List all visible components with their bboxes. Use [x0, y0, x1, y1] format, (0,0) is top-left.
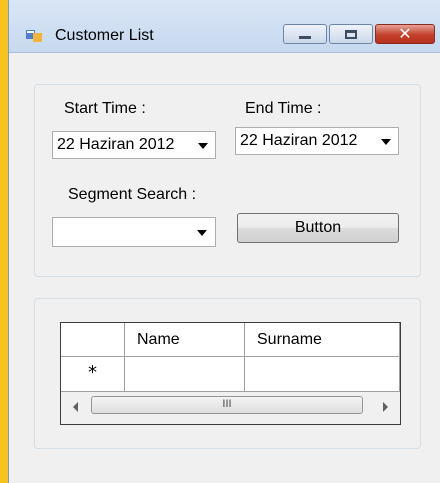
horizontal-scrollbar[interactable]: III — [61, 392, 400, 424]
title-bar[interactable]: Customer List ✕ — [9, 0, 440, 53]
segment-search-combobox[interactable] — [52, 217, 216, 247]
scrollbar-thumb[interactable]: III — [91, 396, 363, 414]
minimize-icon — [299, 35, 311, 39]
end-time-value: 22 Haziran 2012 — [240, 132, 358, 149]
segment-search-label: Segment Search : — [68, 186, 197, 203]
close-icon: ✕ — [398, 24, 412, 43]
new-row-marker[interactable]: * — [61, 357, 125, 392]
end-time-label: End Time : — [245, 100, 322, 117]
chevron-down-icon[interactable] — [198, 143, 208, 149]
grid-corner-header[interactable] — [61, 323, 125, 357]
end-time-picker[interactable]: 22 Haziran 2012 — [235, 127, 399, 155]
chevron-down-icon[interactable] — [381, 139, 391, 145]
column-header-surname[interactable]: Surname — [245, 323, 400, 357]
chevron-down-icon[interactable] — [197, 230, 207, 236]
app-icon — [26, 30, 42, 42]
scroll-left-icon[interactable] — [73, 402, 78, 412]
customer-data-grid[interactable]: Name Surname * III — [60, 322, 401, 425]
minimize-button[interactable] — [283, 24, 327, 44]
start-time-value: 22 Haziran 2012 — [57, 136, 175, 153]
window-title: Customer List — [55, 27, 154, 44]
new-row-surname-cell[interactable] — [245, 357, 400, 392]
new-row-name-cell[interactable] — [125, 357, 245, 392]
column-header-name[interactable]: Name — [125, 323, 245, 357]
close-button[interactable]: ✕ — [375, 24, 435, 44]
maximize-button[interactable] — [329, 24, 373, 44]
maximize-icon — [345, 29, 357, 39]
scroll-right-icon[interactable] — [383, 402, 388, 412]
action-button[interactable]: Button — [237, 213, 399, 243]
start-time-picker[interactable]: 22 Haziran 2012 — [52, 131, 216, 159]
start-time-label: Start Time : — [64, 100, 146, 117]
